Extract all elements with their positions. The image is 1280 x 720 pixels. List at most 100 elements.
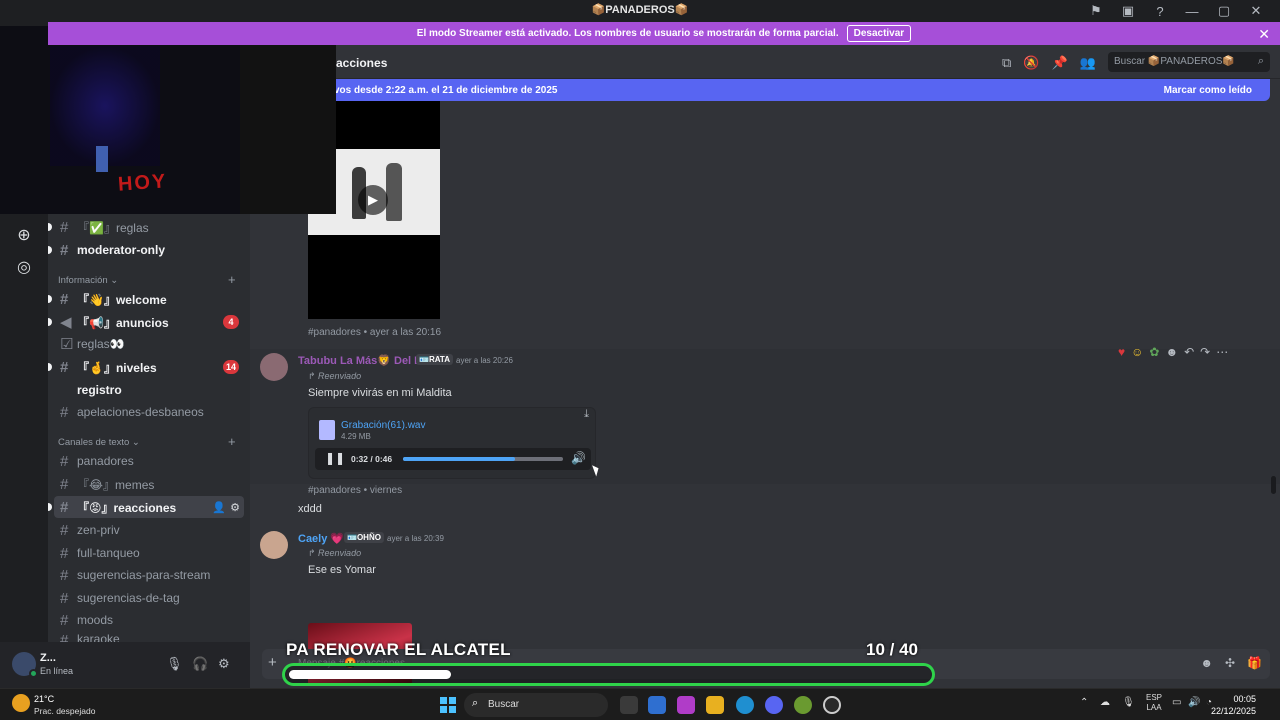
- channel-karaoke[interactable]: # karaoke: [48, 632, 250, 642]
- message-author[interactable]: Caely 💗: [298, 532, 344, 545]
- help-icon[interactable]: ?: [1144, 2, 1176, 20]
- channel-zen-priv[interactable]: # zen-priv: [48, 519, 250, 541]
- hash-icon: #: [60, 358, 69, 376]
- add-reaction-icon[interactable]: ☻: [1165, 345, 1178, 359]
- discover-icon[interactable]: ◎: [14, 257, 34, 277]
- network-icon[interactable]: ▭: [1172, 697, 1181, 708]
- message-actions: ♥ ☺ ✿ ☻ ↶ ↷ ⋯: [1118, 345, 1228, 359]
- add-channel-icon[interactable]: +: [228, 272, 236, 287]
- laugh-reaction-icon[interactable]: ☺: [1131, 345, 1143, 359]
- settings-gear-icon[interactable]: ⚙: [218, 656, 230, 672]
- channel-sugerencias-tag[interactable]: # sugerencias-de-tag: [48, 587, 250, 609]
- hash-icon: #: [60, 290, 69, 308]
- channel-moods[interactable]: # moods: [48, 609, 250, 631]
- folder-icon[interactable]: [706, 696, 724, 714]
- minimize-button[interactable]: —: [1176, 2, 1208, 20]
- file-name-link[interactable]: Grabación(61).wav: [341, 420, 425, 431]
- threads-icon[interactable]: ⧉: [1002, 55, 1011, 71]
- deactivate-button[interactable]: Desactivar: [846, 25, 912, 42]
- copilot-icon[interactable]: [677, 696, 695, 714]
- new-messages-bar[interactable]: vos desde 2:22 a.m. el 21 de diciembre d…: [316, 79, 1270, 101]
- store-icon[interactable]: [648, 696, 666, 714]
- taskbar-search[interactable]: ⌕ Buscar: [464, 693, 608, 717]
- volume-tray-icon[interactable]: 🔊: [1188, 697, 1200, 708]
- headphones-icon[interactable]: 🎧: [192, 656, 208, 672]
- close-icon[interactable]: ✕: [1258, 26, 1270, 43]
- gift-box-icon[interactable]: 🎁: [1247, 656, 1262, 670]
- reply-icon[interactable]: ↶: [1184, 345, 1194, 359]
- mute-bell-icon[interactable]: 🔕: [1023, 55, 1039, 71]
- download-icon[interactable]: ⤓: [584, 408, 589, 421]
- windows-start-icon[interactable]: [440, 697, 456, 713]
- pin-icon[interactable]: 📌: [1051, 55, 1067, 71]
- task-view-icon[interactable]: [620, 696, 638, 714]
- mark-read-button[interactable]: Marcar como leído: [1164, 85, 1252, 96]
- weather-desc: Prac. despejado: [34, 706, 96, 716]
- channel-registro[interactable]: registro: [48, 379, 250, 401]
- play-icon[interactable]: ▶: [358, 185, 388, 215]
- invite-icon[interactable]: 👤: [212, 501, 226, 514]
- channel-sugerencias-stream[interactable]: # sugerencias-para-stream: [48, 564, 250, 586]
- channel-full-tanqueo[interactable]: # full-tanqueo: [48, 542, 250, 564]
- forward-icon[interactable]: ↷: [1200, 345, 1210, 359]
- channel-reglas-rules[interactable]: ☑ reglas👀: [48, 333, 250, 355]
- channel-niveles[interactable]: # 『🤞』niveles 14: [48, 356, 250, 378]
- more-icon[interactable]: ⋯: [1216, 345, 1228, 359]
- channel-anuncios[interactable]: ◀ 『📢』anuncios 4: [48, 311, 250, 333]
- category-informacion[interactable]: Información ⌄ +: [58, 272, 236, 287]
- weather-icon[interactable]: [12, 694, 30, 712]
- gear-icon[interactable]: ⚙: [230, 501, 240, 514]
- discord-icon[interactable]: [765, 696, 783, 714]
- user-panel: Z... En línea 🎙 🎧 ⚙: [0, 642, 250, 688]
- channel-panadores[interactable]: # panadores: [48, 450, 250, 472]
- avatar[interactable]: [260, 353, 288, 381]
- clock[interactable]: 00:05 22/12/2025: [1211, 693, 1256, 717]
- app-icon[interactable]: [794, 696, 812, 714]
- inbox-icon[interactable]: ▣: [1112, 2, 1144, 20]
- add-channel-icon[interactable]: +: [228, 434, 236, 449]
- file-size: 4.29 MB: [341, 432, 371, 441]
- search-input[interactable]: Buscar 📦PANADEROS📦 ⌕: [1108, 52, 1270, 72]
- streamer-banner-text: El modo Streamer está activado. Los nomb…: [416, 28, 839, 39]
- flag-icon[interactable]: ⚑: [1080, 2, 1112, 20]
- close-window-button[interactable]: ✕: [1240, 2, 1272, 20]
- channel-memes[interactable]: # 『😂』memes: [48, 473, 250, 495]
- onedrive-icon[interactable]: ☁: [1100, 697, 1110, 708]
- hash-icon: #: [60, 544, 69, 562]
- hash-icon: #: [60, 521, 69, 539]
- emoji-reaction-icon[interactable]: ✿: [1149, 345, 1159, 359]
- gift-icon[interactable]: ☻: [1200, 656, 1213, 670]
- forward-source[interactable]: #panadores • viernes: [308, 485, 402, 496]
- channel-reacciones[interactable]: # 『😡』reacciones 👤 ⚙: [48, 496, 244, 518]
- channel-reglas[interactable]: # 『✅』reglas: [48, 216, 250, 238]
- attach-plus-icon[interactable]: +: [268, 654, 277, 671]
- channel-welcome[interactable]: # 『👋』welcome: [48, 288, 250, 310]
- message-author[interactable]: Tabubu La Más🦁 Del Dc: [298, 354, 428, 367]
- hash-icon: #: [60, 498, 69, 516]
- tray-chevron-icon[interactable]: ⌃: [1080, 697, 1088, 708]
- volume-icon[interactable]: 🔊: [571, 451, 586, 465]
- stream-goal-count: 10 / 40: [866, 640, 918, 659]
- audio-seek-bar[interactable]: [403, 457, 563, 461]
- avatar[interactable]: [12, 652, 38, 678]
- heart-reaction-icon[interactable]: ♥: [1118, 345, 1125, 359]
- avatar[interactable]: [260, 531, 288, 559]
- mic-icon[interactable]: 🎙: [166, 656, 183, 672]
- player-time: 0:32 / 0:46: [351, 454, 393, 464]
- channel-apelaciones[interactable]: # apelaciones-desbaneos: [48, 401, 250, 423]
- apps-icon[interactable]: ✣: [1225, 656, 1235, 670]
- scrollbar[interactable]: [1271, 476, 1276, 494]
- language-indicator[interactable]: ESP LAA: [1146, 693, 1162, 713]
- add-server-icon[interactable]: ⊕: [14, 225, 34, 245]
- members-icon[interactable]: 👥: [1080, 55, 1096, 71]
- app-icon[interactable]: [823, 696, 841, 714]
- hash-icon: #: [60, 566, 69, 584]
- edge-icon[interactable]: [736, 696, 754, 714]
- category-canales-texto[interactable]: Canales de texto ⌄ +: [58, 434, 236, 449]
- pause-button[interactable]: ❚❚: [325, 451, 345, 465]
- maximize-button[interactable]: ▢: [1208, 2, 1240, 20]
- mention-badge: 14: [222, 360, 239, 374]
- forward-source[interactable]: #panadores • ayer a las 20:16: [308, 327, 441, 338]
- channel-moderator-only[interactable]: # moderator-only: [48, 239, 250, 261]
- mic-tray-icon[interactable]: 🎙: [1122, 697, 1135, 708]
